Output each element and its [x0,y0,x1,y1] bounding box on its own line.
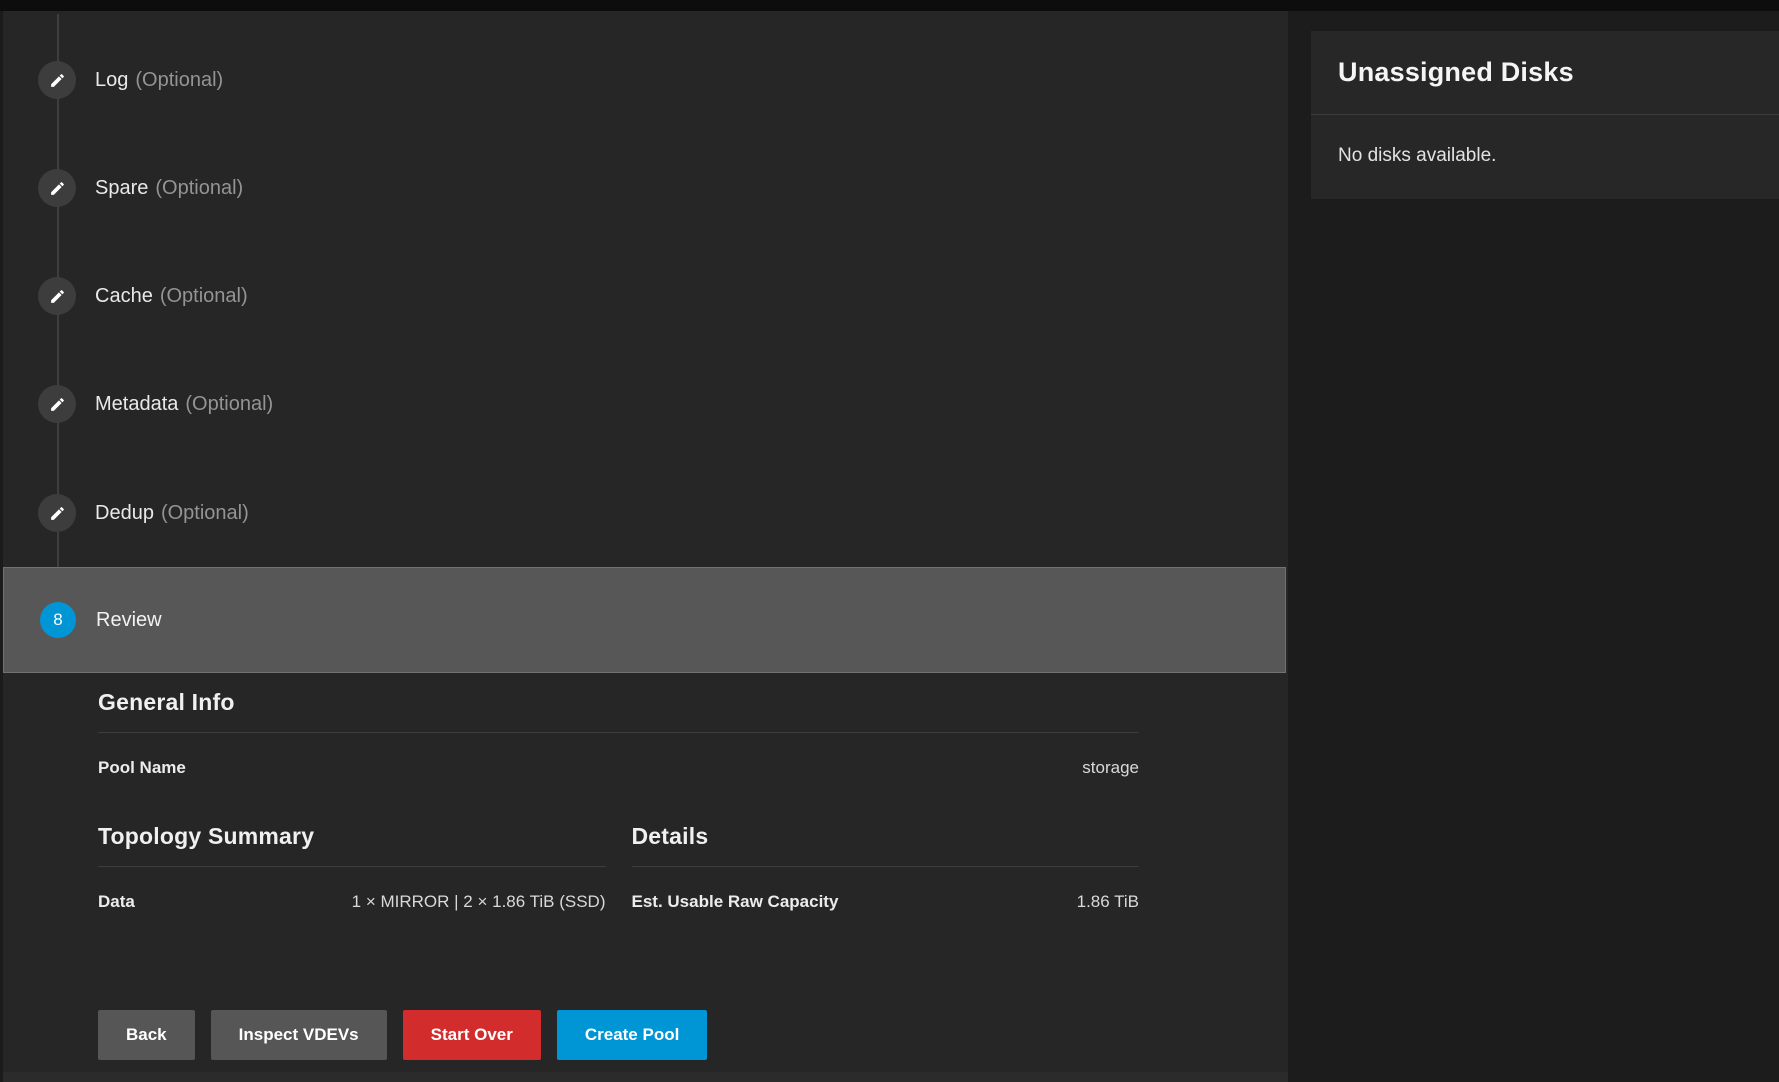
stepper-item-optional-tag: (Optional) [185,393,273,415]
pool-name-value: storage [1082,758,1139,778]
stepper-item-metadata[interactable]: Metadata (Optional) [3,385,1284,423]
usable-capacity-value: 1.86 TiB [1077,892,1139,912]
start-over-button[interactable]: Start Over [403,1010,541,1060]
stepper-item-label: Log [95,69,128,91]
stepper-item-cache[interactable]: Cache (Optional) [3,277,1284,315]
edit-pencil-icon [49,396,66,413]
stepper-item-text: Cache (Optional) [95,285,248,308]
wizard-action-buttons: Back Inspect VDEVs Start Over Create Poo… [98,1010,1139,1060]
wizard-panel: Log (Optional) Spare (Optional) Cache (Opti… [0,11,1288,1082]
top-bar [0,0,1779,11]
stepper-item-optional-tag: (Optional) [155,177,243,199]
stepper-item-optional-tag: (Optional) [161,502,249,524]
edit-pencil-icon [49,288,66,305]
stepper-item-review-active[interactable]: 8 Review [3,567,1286,673]
data-vdev-row: Data 1 × MIRROR | 2 × 1.86 TiB (SSD) [98,892,606,912]
create-pool-button[interactable]: Create Pool [557,1010,707,1060]
unassigned-disks-body: No disks available. [1311,115,1779,167]
stepper-item-optional-tag: (Optional) [135,69,223,91]
edit-step-circle[interactable] [38,169,76,207]
unassigned-disks-title: Unassigned Disks [1338,57,1574,88]
edit-step-circle[interactable] [38,61,76,99]
stepper-item-text: Dedup (Optional) [95,502,249,525]
edit-step-circle[interactable] [38,385,76,423]
edit-pencil-icon [49,72,66,89]
step-number: 8 [53,610,62,630]
stepper-item-label: Cache [95,285,153,307]
edit-step-circle[interactable] [38,277,76,315]
inspect-vdevs-button[interactable]: Inspect VDEVs [211,1010,387,1060]
unassigned-disks-header: Unassigned Disks [1311,31,1779,115]
no-disks-message: No disks available. [1338,145,1496,166]
pool-creation-wizard-screen: Log (Optional) Spare (Optional) Cache (Opti… [0,0,1779,1082]
edit-pencil-icon [49,180,66,197]
stepper-item-label: Review [96,609,162,632]
usable-capacity-label: Est. Usable Raw Capacity [632,892,839,912]
edit-step-circle[interactable] [38,494,76,532]
unassigned-disks-card: Unassigned Disks No disks available. [1311,31,1779,199]
details-column: Details Est. Usable Raw Capacity 1.86 Ti… [632,823,1140,912]
general-info-title: General Info [98,689,1139,733]
topology-summary-title: Topology Summary [98,823,606,867]
edit-pencil-icon [49,505,66,522]
panel-bottom-edge [3,1072,1288,1082]
data-vdev-label: Data [98,892,135,912]
stepper-item-dedup[interactable]: Dedup (Optional) [3,494,1284,532]
stepper-item-label: Metadata [95,393,178,415]
pool-name-label: Pool Name [98,758,186,778]
pool-name-row: Pool Name storage [98,758,1139,778]
topology-summary-column: Topology Summary Data 1 × MIRROR | 2 × 1… [98,823,606,912]
step-number-badge: 8 [40,602,76,638]
stepper-item-label: Dedup [95,502,154,524]
stepper-item-text: Metadata (Optional) [95,393,273,416]
stepper-item-text: Spare (Optional) [95,177,243,200]
details-title: Details [632,823,1140,867]
back-button[interactable]: Back [98,1010,195,1060]
usable-capacity-row: Est. Usable Raw Capacity 1.86 TiB [632,892,1140,912]
stepper-item-log[interactable]: Log (Optional) [3,61,1284,99]
data-vdev-value: 1 × MIRROR | 2 × 1.86 TiB (SSD) [352,892,606,912]
review-step-content: General Info Pool Name storage Topology … [98,689,1139,1060]
summary-columns: Topology Summary Data 1 × MIRROR | 2 × 1… [98,823,1139,912]
stepper-item-optional-tag: (Optional) [160,285,248,307]
stepper-item-spare[interactable]: Spare (Optional) [3,169,1284,207]
stepper-item-text: Log (Optional) [95,69,223,92]
stepper-item-label: Spare [95,177,148,199]
